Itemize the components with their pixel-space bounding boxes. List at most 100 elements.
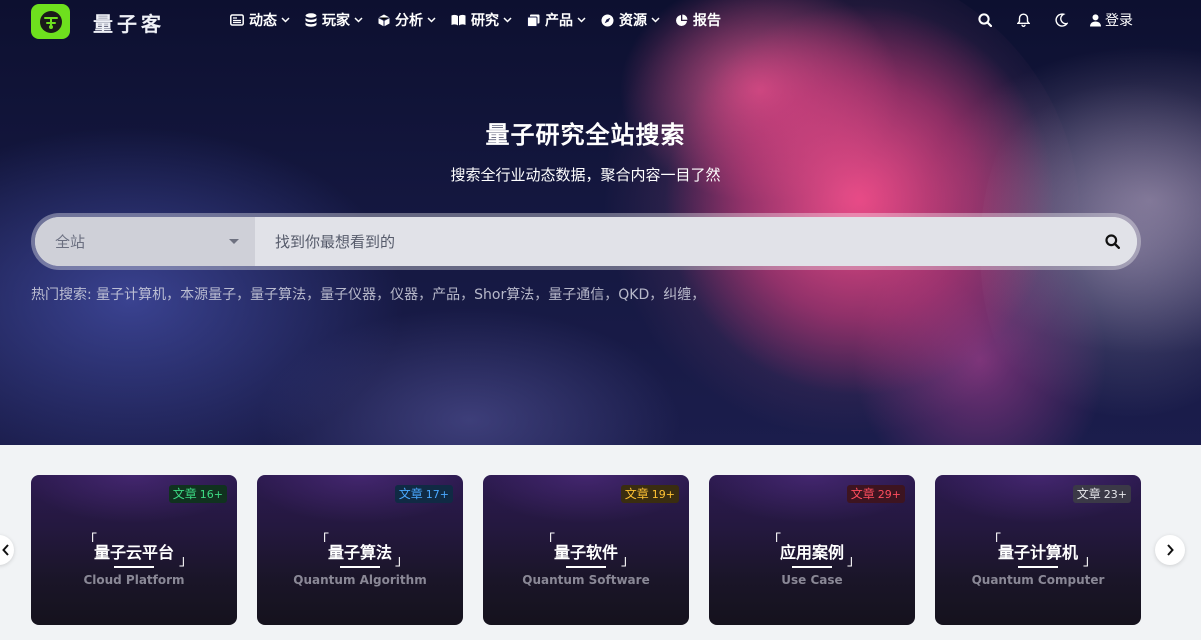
search-bar: 全站 bbox=[31, 213, 1141, 270]
category-title: 应用案例 bbox=[779, 543, 844, 562]
hot-search-term[interactable]: 量子通信， bbox=[548, 287, 618, 303]
nav-item-label: 资源 bbox=[619, 13, 647, 29]
chevron-down-icon bbox=[281, 17, 290, 23]
bracket-right: 」 bbox=[847, 553, 861, 569]
bracket-right: 」 bbox=[1083, 553, 1097, 569]
nav-item-label: 报告 bbox=[693, 13, 721, 29]
article-count-badge: 文章 29+ bbox=[846, 485, 905, 503]
hot-search-term[interactable]: 量子算法， bbox=[250, 287, 320, 303]
hot-searches-label: 热门搜索: bbox=[31, 287, 92, 303]
nav-item-label: 分析 bbox=[395, 13, 423, 29]
hot-searches: 热门搜索: 量子计算机，本源量子，量子算法，量子仪器，仪器，产品，Shor算法，… bbox=[31, 284, 705, 304]
newspaper-icon bbox=[230, 14, 244, 26]
badge-count: 29+ bbox=[877, 488, 901, 501]
category-title: 量子算法 bbox=[327, 543, 392, 562]
main-menu: 动态 玩家 分析 研究 产品 资源 报告 bbox=[230, 0, 736, 40]
brand-name[interactable]: 量子客 bbox=[93, 8, 165, 37]
hot-search-term[interactable]: 产品， bbox=[432, 287, 474, 303]
article-count-badge: 文章 16+ bbox=[168, 485, 227, 503]
nav-item-products[interactable]: 产品 bbox=[527, 10, 586, 30]
nav-item-dynamics[interactable]: 动态 bbox=[230, 10, 290, 30]
nav-item-label: 玩家 bbox=[322, 13, 350, 29]
category-subtitle: Cloud Platform bbox=[83, 573, 185, 587]
carousel-prev-button[interactable] bbox=[0, 535, 14, 565]
moon-icon[interactable] bbox=[1042, 0, 1080, 40]
hero-banner: 量子客 动态 玩家 分析 研究 产品 资源 报告 登录 量子研究全站搜索 搜索全… bbox=[0, 0, 1201, 445]
hot-search-term[interactable]: 仪器， bbox=[390, 287, 432, 303]
bracket-right: 」 bbox=[179, 553, 193, 569]
book-open-icon bbox=[451, 14, 466, 26]
hot-search-term[interactable]: QKD， bbox=[618, 287, 663, 303]
chevron-right-icon bbox=[1167, 544, 1174, 556]
category-carousel: 文章 16+ 「 量子云平台 」 Cloud Platform 文章 17+ 「 量… bbox=[0, 445, 1201, 640]
badge-label: 文章 bbox=[1076, 487, 1101, 501]
nav-item-reports[interactable]: 报告 bbox=[675, 10, 721, 30]
category-subtitle: Quantum Algorithm bbox=[293, 573, 427, 587]
badge-count: 23+ bbox=[1103, 488, 1127, 501]
badge-label: 文章 bbox=[398, 487, 423, 501]
nav-actions: 登录 bbox=[966, 0, 1201, 40]
category-subtitle: Use Case bbox=[781, 573, 843, 587]
badge-count: 16+ bbox=[199, 488, 223, 501]
category-subtitle: Quantum Software bbox=[522, 573, 650, 587]
hot-search-term[interactable]: 本源量子， bbox=[180, 287, 250, 303]
caret-down-icon bbox=[229, 239, 239, 244]
badge-label: 文章 bbox=[624, 487, 649, 501]
nav-item-label: 产品 bbox=[545, 13, 573, 29]
chevron-down-icon bbox=[577, 17, 586, 23]
pie-chart-icon bbox=[676, 14, 688, 26]
nav-item-label: 研究 bbox=[471, 13, 499, 29]
nav-item-resources[interactable]: 资源 bbox=[601, 10, 660, 30]
nav-item-label: 动态 bbox=[249, 13, 277, 29]
chevron-down-icon bbox=[427, 17, 436, 23]
search-icon[interactable] bbox=[966, 0, 1004, 40]
login-label: 登录 bbox=[1105, 13, 1133, 29]
chevron-down-icon bbox=[503, 17, 512, 23]
badge-count: 19+ bbox=[651, 488, 675, 501]
article-count-badge: 文章 23+ bbox=[1072, 485, 1131, 503]
chevron-left-icon bbox=[2, 544, 9, 556]
hot-search-term[interactable]: Shor算法， bbox=[474, 287, 548, 303]
copy-icon bbox=[527, 14, 540, 27]
nav-item-research[interactable]: 研究 bbox=[451, 10, 512, 30]
title-underline bbox=[792, 566, 832, 568]
title-underline bbox=[114, 566, 154, 568]
search-submit-button[interactable] bbox=[1087, 217, 1137, 266]
user-icon bbox=[1090, 13, 1101, 26]
chevron-down-icon bbox=[354, 17, 363, 23]
search-icon bbox=[1104, 234, 1120, 249]
category-title: 量子云平台 bbox=[93, 543, 174, 562]
hot-search-term[interactable]: 纠缠， bbox=[663, 287, 705, 303]
category-subtitle: Quantum Computer bbox=[971, 573, 1105, 587]
hero-title: 量子研究全站搜索 bbox=[485, 121, 686, 149]
category-card[interactable]: 文章 16+ 「 量子云平台 」 Cloud Platform bbox=[31, 475, 237, 625]
category-title: 量子软件 bbox=[553, 543, 618, 562]
bracket-right: 」 bbox=[395, 553, 409, 569]
quantum-logo-icon[interactable] bbox=[31, 4, 70, 39]
category-card[interactable]: 文章 19+ 「 量子软件 」 Quantum Software bbox=[483, 475, 689, 625]
login-button[interactable]: 登录 bbox=[1090, 10, 1133, 30]
search-input[interactable] bbox=[255, 217, 1087, 266]
hot-search-term[interactable]: 量子计算机， bbox=[96, 287, 180, 303]
category-card[interactable]: 文章 23+ 「 量子计算机 」 Quantum Computer bbox=[935, 475, 1141, 625]
top-nav: 量子客 动态 玩家 分析 研究 产品 资源 报告 登录 bbox=[0, 0, 1201, 40]
nav-item-players[interactable]: 玩家 bbox=[305, 10, 363, 30]
hero-subtitle: 搜索全行业动态数据，聚合内容一目了然 bbox=[450, 166, 721, 184]
cube-icon bbox=[378, 14, 390, 26]
category-card[interactable]: 文章 29+ 「 应用案例 」 Use Case bbox=[709, 475, 915, 625]
title-underline bbox=[1018, 566, 1058, 568]
nav-item-analysis[interactable]: 分析 bbox=[378, 10, 436, 30]
chevron-down-icon bbox=[651, 17, 660, 23]
article-count-badge: 文章 17+ bbox=[394, 485, 453, 503]
badge-label: 文章 bbox=[172, 487, 197, 501]
search-scope-select[interactable]: 全站 bbox=[35, 217, 255, 266]
search-scope-value: 全站 bbox=[55, 233, 86, 251]
database-icon bbox=[305, 13, 317, 27]
category-card[interactable]: 文章 17+ 「 量子算法 」 Quantum Algorithm bbox=[257, 475, 463, 625]
hot-search-term[interactable]: 量子仪器， bbox=[320, 287, 390, 303]
title-underline bbox=[566, 566, 606, 568]
badge-count: 17+ bbox=[425, 488, 449, 501]
bell-icon[interactable] bbox=[1004, 0, 1042, 40]
title-underline bbox=[340, 566, 380, 568]
carousel-next-button[interactable] bbox=[1155, 535, 1185, 565]
